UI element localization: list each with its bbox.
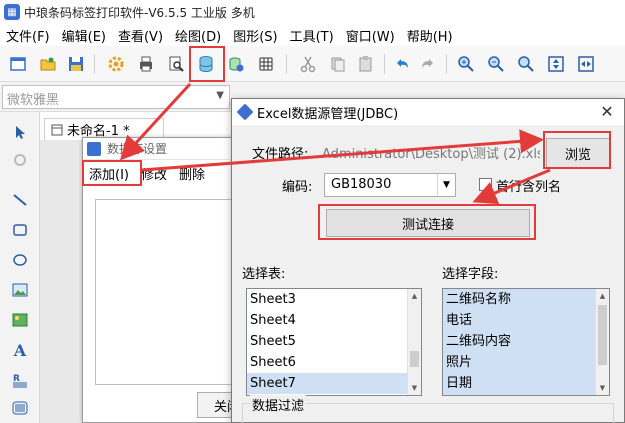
table-item[interactable]: Sheet5 — [247, 331, 421, 352]
browse-button-label: 浏览 — [564, 147, 591, 163]
scroll-down-icon[interactable]: ▼ — [596, 381, 609, 395]
main-toolbar — [0, 46, 625, 82]
datasource-list[interactable] — [95, 199, 245, 385]
excel-dialog-body: 文件路径: Administrator\Desktop\测试 (2).xls 浏… — [232, 125, 624, 423]
print-icon[interactable] — [134, 52, 158, 76]
menu-tools[interactable]: 工具(T) — [284, 26, 340, 45]
menu-view[interactable]: 查看(V) — [112, 26, 169, 45]
excel-dialog-titlebar: Excel数据源管理(JDBC) — [232, 99, 624, 125]
edit-menu-item[interactable]: 修改 — [135, 164, 173, 183]
first-row-header-label: 首行含列名 — [496, 180, 562, 195]
save-icon[interactable] — [64, 52, 88, 76]
redo-icon[interactable] — [416, 52, 440, 76]
table-item[interactable]: Sheet6 — [247, 352, 421, 373]
fields-listbox[interactable]: 二维码名称 电话 二维码内容 照片 日期 ▲ ▼ — [442, 288, 610, 396]
zoom-in-icon[interactable] — [454, 52, 478, 76]
menu-edit[interactable]: 编辑(E) — [56, 26, 112, 45]
datasource-menu: 添加(I) 修改 删除 — [83, 161, 211, 185]
menu-help[interactable]: 帮助(H) — [401, 26, 459, 45]
tables-listbox[interactable]: Sheet3 Sheet4 Sheet5 Sheet6 Sheet7 ▲ ▼ — [246, 288, 422, 396]
cut-icon[interactable] — [296, 52, 320, 76]
new-icon[interactable] — [6, 52, 30, 76]
encoding-value: GB18030 — [331, 177, 392, 192]
test-connection-label: 测试连接 — [401, 217, 454, 233]
rotate-icon[interactable] — [8, 148, 32, 172]
menu-file[interactable]: 文件(F) — [0, 26, 56, 45]
test-connection-button[interactable]: 测试连接 — [326, 209, 530, 237]
field-item[interactable]: 日期 — [443, 373, 609, 394]
zoom-fit-icon[interactable] — [514, 52, 538, 76]
database-refresh-icon[interactable] — [224, 52, 248, 76]
browse-button[interactable]: 浏览 — [546, 138, 610, 168]
tables-label: 选择表: — [242, 267, 286, 282]
field-item[interactable]: 电话 — [443, 310, 609, 331]
ellipse-icon[interactable] — [8, 248, 32, 272]
datasource-dialog: 数据库设置 添加(I) 修改 删除 关闭 — [82, 137, 252, 423]
fields-label: 选择字段: — [442, 267, 499, 282]
rich-text-icon[interactable]: R — [8, 368, 32, 392]
menu-shape[interactable]: 图形(S) — [227, 26, 283, 45]
undo-icon[interactable] — [390, 52, 414, 76]
field-item[interactable]: 二维码名称 — [443, 289, 609, 310]
delete-menu-item[interactable]: 删除 — [173, 164, 211, 183]
title-bar: ▦ 中琅条码标签打印软件-V6.5.5 工业版 多机 — [0, 0, 625, 24]
grid-icon[interactable] — [254, 52, 278, 76]
menu-bar: 文件(F) 编辑(E) 查看(V) 绘图(D) 图形(S) 工具(T) 窗口(W… — [0, 24, 625, 46]
excel-dialog-title: Excel数据源管理(JDBC) — [257, 106, 399, 122]
image-icon[interactable] — [8, 278, 32, 302]
paste-icon[interactable] — [354, 52, 378, 76]
pointer-icon[interactable] — [8, 120, 32, 144]
database-icon[interactable] — [194, 52, 218, 76]
rectangle-icon[interactable] — [8, 218, 32, 242]
file-path-label: 文件路径: — [252, 147, 309, 162]
font-family-select[interactable]: 微软雅黑 ▼ — [2, 85, 230, 109]
datasource-dialog-icon — [87, 141, 101, 156]
fields-scrollbar[interactable]: ▲ ▼ — [595, 289, 609, 395]
encoding-select[interactable]: GB18030 ▼ — [324, 173, 456, 197]
tool-palette: A R — [0, 112, 40, 423]
settings-icon[interactable] — [104, 52, 128, 76]
scroll-thumb[interactable] — [410, 351, 419, 367]
scroll-down-icon[interactable]: ▼ — [408, 381, 421, 395]
table-item-selected[interactable]: Sheet7 — [247, 373, 421, 394]
table-item[interactable]: Sheet3 — [247, 289, 421, 310]
copy-icon[interactable] — [326, 52, 350, 76]
data-filter-label: 数据过滤 — [250, 395, 307, 414]
first-row-header-checkbox[interactable] — [479, 178, 492, 191]
app-icon: ▦ — [4, 4, 20, 20]
datasource-dialog-titlebar: 数据库设置 — [83, 138, 251, 160]
window-title: 中琅条码标签打印软件-V6.5.5 工业版 多机 — [24, 5, 255, 20]
field-item[interactable]: 二维码内容 — [443, 331, 609, 352]
chevron-down-icon: ▼ — [437, 174, 455, 196]
font-family-value: 微软雅黑 — [7, 93, 60, 108]
menu-draw[interactable]: 绘图(D) — [169, 26, 227, 45]
line-icon[interactable] — [8, 188, 32, 212]
datasource-dialog-title: 数据库设置 — [107, 142, 168, 156]
document-icon — [51, 124, 63, 135]
open-icon[interactable] — [36, 52, 60, 76]
excel-dialog-icon — [236, 103, 254, 121]
print-preview-icon[interactable] — [164, 52, 188, 76]
fit-width-icon[interactable] — [574, 52, 598, 76]
scroll-thumb[interactable] — [598, 305, 607, 365]
text-icon[interactable]: A — [8, 338, 32, 362]
field-item[interactable]: 照片 — [443, 352, 609, 373]
scroll-up-icon[interactable]: ▲ — [596, 289, 609, 303]
zoom-out-icon[interactable] — [484, 52, 508, 76]
scroll-up-icon[interactable]: ▲ — [408, 289, 421, 303]
barcode-icon[interactable] — [8, 396, 32, 420]
picture-icon[interactable] — [8, 308, 32, 332]
encoding-label: 编码: — [282, 180, 313, 195]
excel-datasource-dialog: Excel数据源管理(JDBC) ✕ 文件路径: Administrator\D… — [231, 98, 625, 423]
menu-window[interactable]: 窗口(W) — [340, 26, 401, 45]
fit-page-icon[interactable] — [544, 52, 568, 76]
table-item[interactable]: Sheet4 — [247, 310, 421, 331]
add-menu-item[interactable]: 添加(I) — [83, 164, 135, 183]
chevron-down-icon: ▼ — [216, 90, 224, 101]
file-path-field[interactable]: Administrator\Desktop\测试 (2).xls — [320, 141, 540, 163]
dialog-close-icon[interactable]: ✕ — [598, 102, 616, 121]
tables-scrollbar[interactable]: ▲ ▼ — [407, 289, 421, 395]
